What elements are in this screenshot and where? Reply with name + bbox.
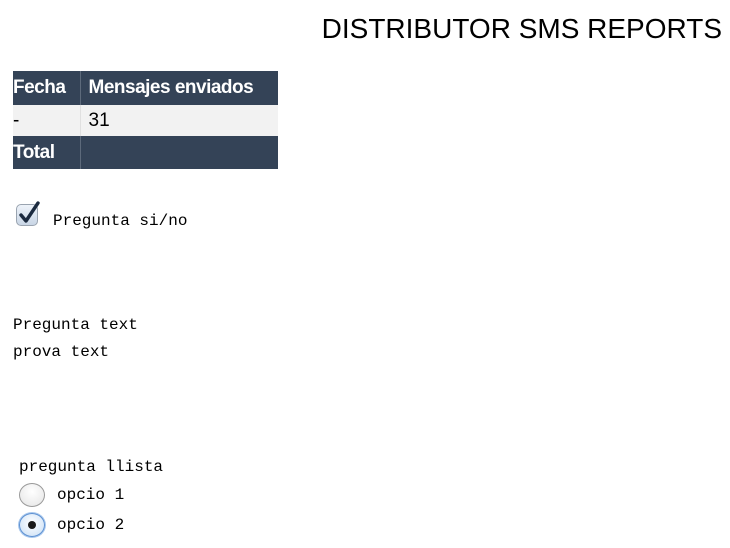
column-header-mensajes-enviados: Mensajes enviados — [80, 71, 278, 105]
radio-selected-dot — [28, 521, 36, 529]
radio-option-2[interactable]: opcio 2 — [19, 513, 163, 537]
list-question: pregunta llista opcio 1 opcio 2 — [19, 457, 163, 537]
text-question-label: Pregunta text — [13, 316, 138, 334]
text-answer-input[interactable] — [13, 343, 213, 361]
list-question-label: pregunta llista — [19, 458, 164, 476]
total-label: Total — [13, 136, 81, 169]
radio-button-opcio-1[interactable] — [19, 483, 45, 507]
yes-no-checkbox[interactable] — [16, 201, 40, 226]
cell-fecha: - — [13, 105, 81, 136]
yes-no-label: Pregunta si/no — [53, 212, 188, 230]
total-value — [80, 136, 278, 169]
cell-mensajes-enviados: 31 — [80, 105, 278, 136]
table-row: - 31 — [13, 105, 278, 136]
checkmark-icon — [19, 201, 40, 223]
radio-label-opcio-1: opcio 1 — [57, 486, 125, 504]
column-header-fecha: Fecha — [13, 71, 81, 105]
page-title: DISTRIBUTOR SMS REPORTS — [321, 13, 722, 44]
radio-label-opcio-2: opcio 2 — [57, 516, 125, 534]
table-total-row: Total — [13, 136, 278, 169]
table-header-row: Fecha Mensajes enviados — [13, 71, 278, 105]
text-question: Pregunta text — [13, 315, 213, 361]
sms-report-table: Fecha Mensajes enviados - 31 Total — [13, 71, 278, 169]
yes-no-question: Pregunta si/no — [16, 199, 187, 231]
radio-button-opcio-2[interactable] — [19, 513, 45, 537]
radio-option-1[interactable]: opcio 1 — [19, 483, 163, 507]
